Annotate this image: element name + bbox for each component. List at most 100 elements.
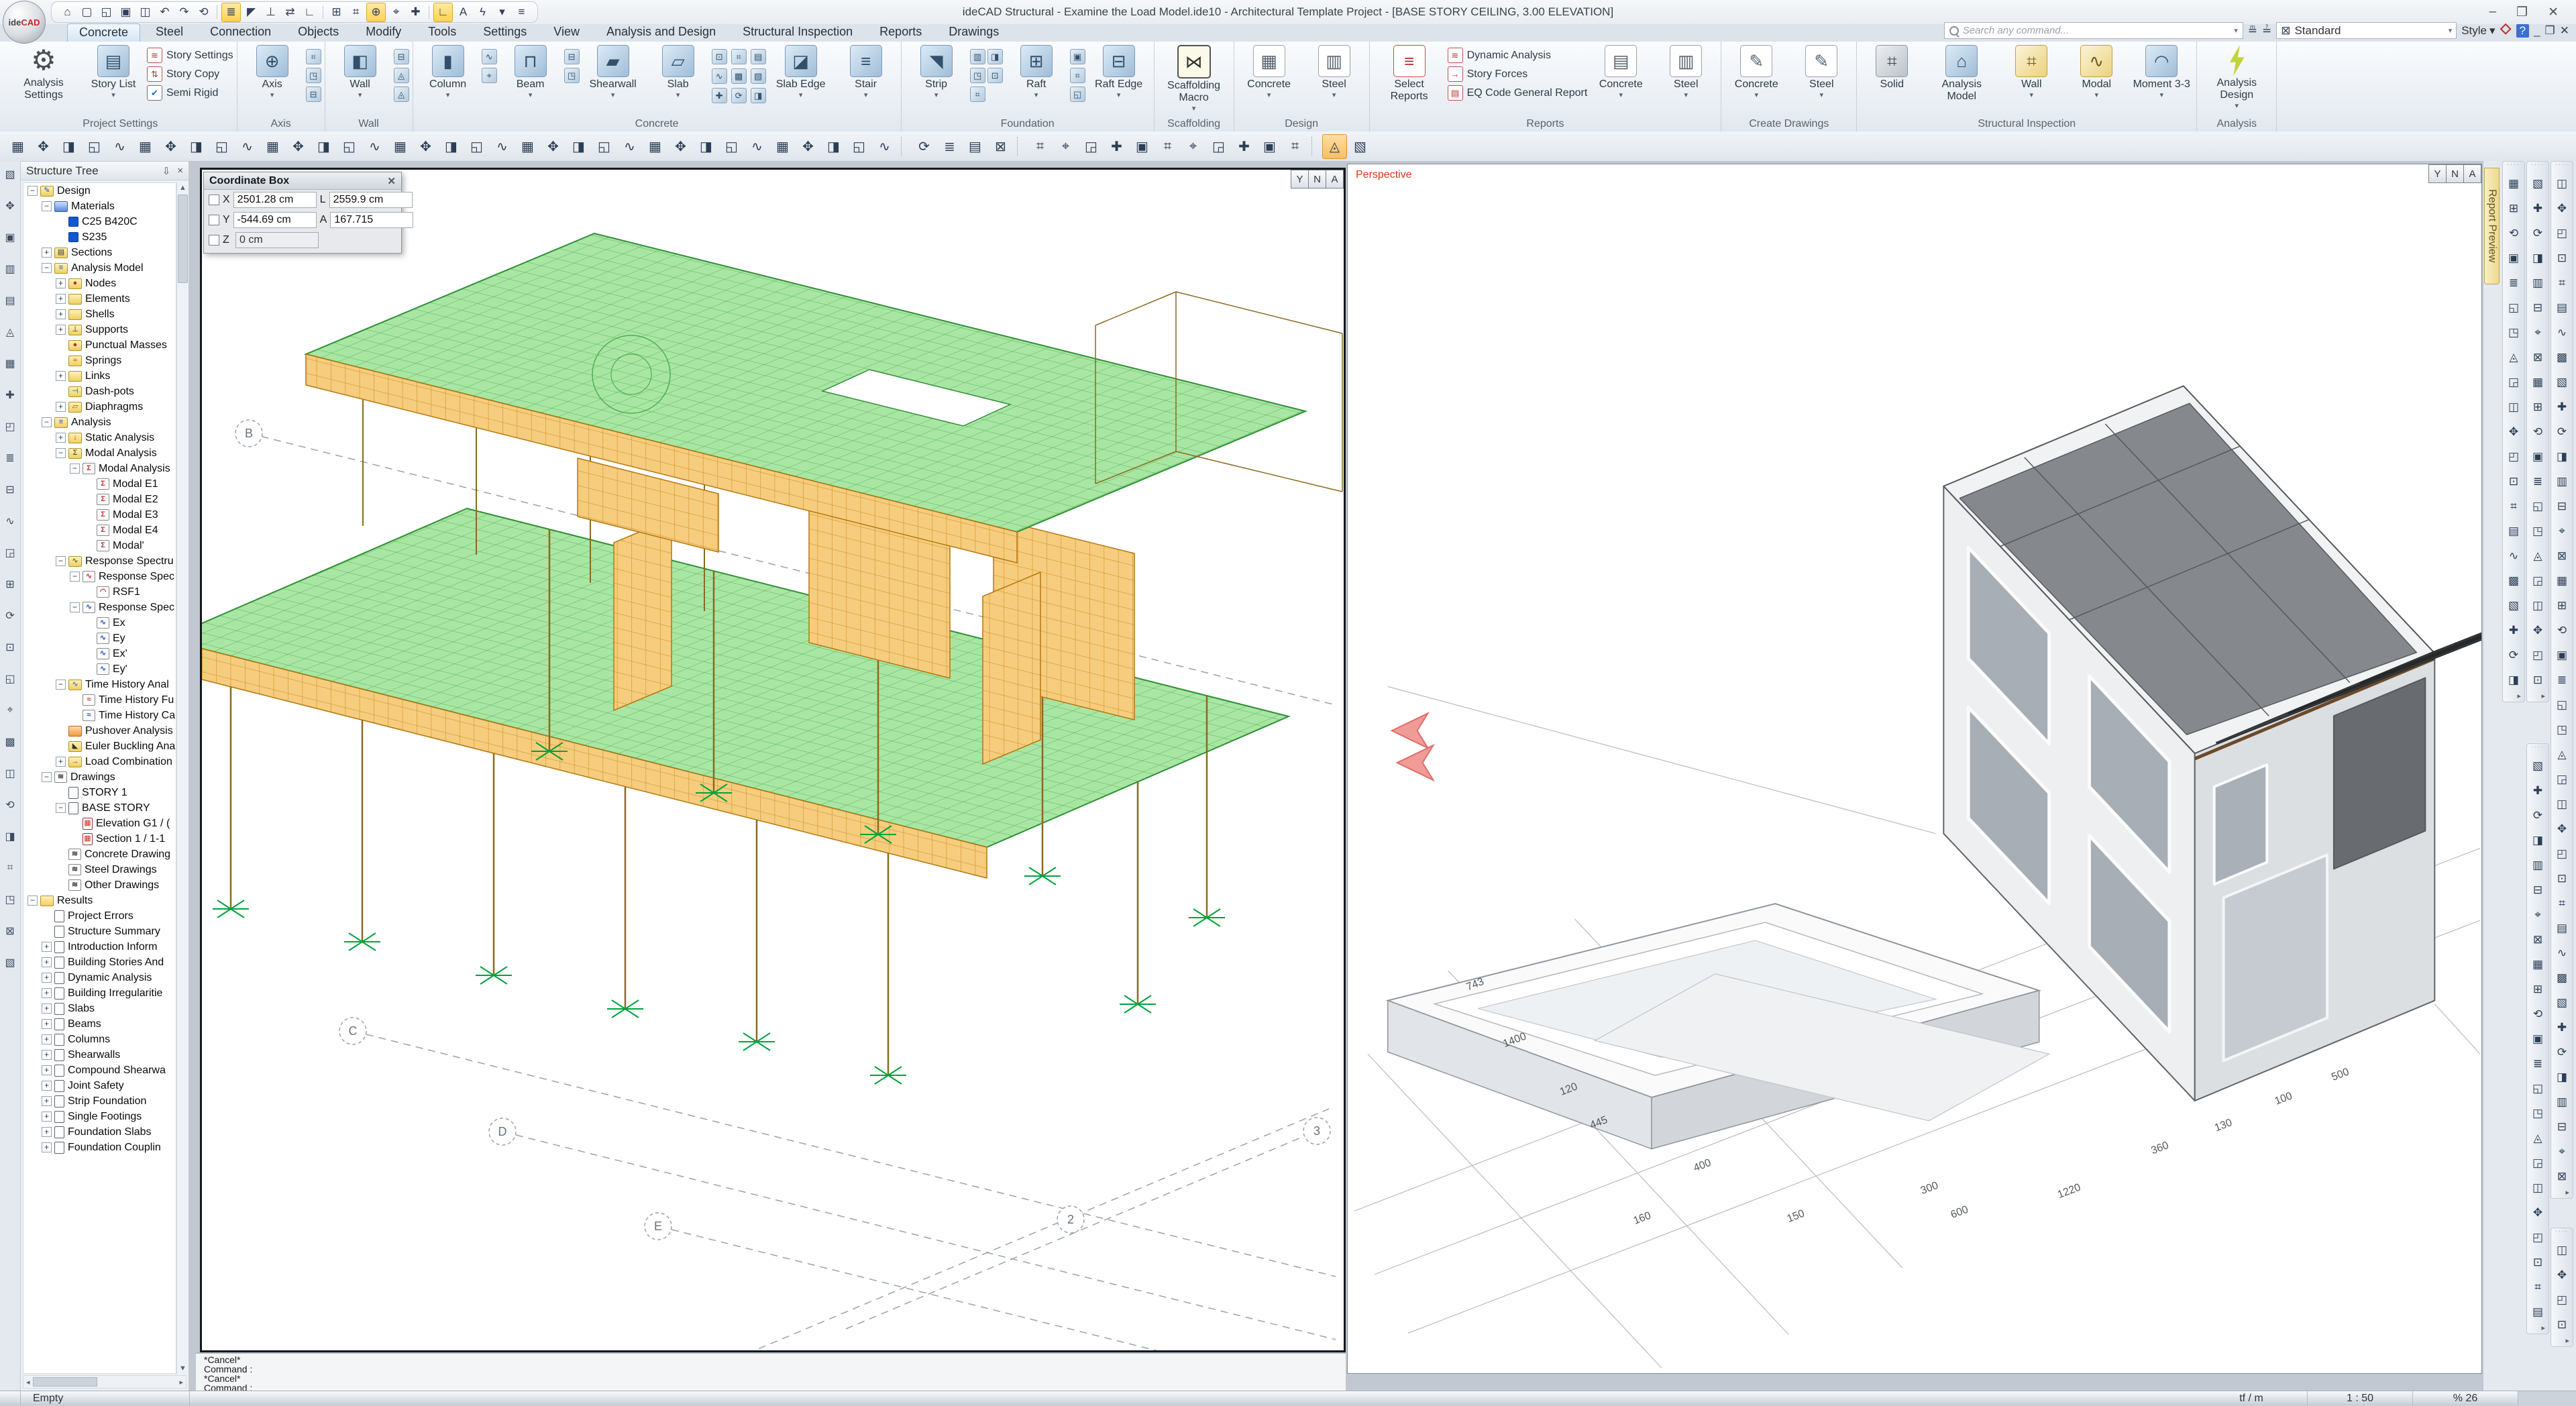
wall-polyline-icon[interactable]: ◬ [394, 68, 409, 83]
toolbar-grip-icon[interactable]: ···· [2555, 162, 2569, 168]
panel-tool-icon[interactable]: ▣ [2504, 249, 2523, 268]
tree-item-section-1-1-1[interactable]: ▦Section 1 / 1-1 [23, 831, 176, 847]
raft-edge-button[interactable]: ⊟Raft Edge▾ [1087, 43, 1150, 116]
eq-code-general-report-button[interactable]: ▤EQ Code General Report [1448, 85, 1588, 101]
pendulum-icon[interactable]: ✚ [1104, 134, 1129, 159]
side-tool-icon[interactable]: ⊡ [3, 639, 18, 655]
tree-expander-icon[interactable]: + [56, 402, 66, 412]
tree-expander-icon[interactable]: + [56, 371, 66, 381]
beam-curve-icon[interactable]: ◳ [564, 68, 580, 83]
view-compass-icon[interactable]: ⊠ [988, 134, 1013, 159]
paint-icon[interactable]: ✥ [413, 134, 438, 159]
coordinate-box[interactable]: Coordinate Box ✕ X 2501.28 cm L 2559.9 c… [203, 172, 402, 254]
midpoint-snap-icon[interactable]: ✚ [407, 3, 425, 21]
panel-tool-icon[interactable]: ✥ [2504, 423, 2523, 441]
tree-expander-icon[interactable]: − [56, 448, 66, 458]
panel-tool-icon[interactable]: ▦ [2528, 955, 2547, 974]
analysis-model-button[interactable]: ⌂Analysis Model [1925, 43, 1998, 116]
tree-item-analysis[interactable]: −≡Analysis [23, 415, 176, 430]
side-tool-icon[interactable]: ⌖ [3, 702, 18, 718]
tree-item-structure-summary[interactable]: Structure Summary [23, 924, 176, 939]
close-button[interactable]: ✕ [2548, 5, 2559, 20]
side-tool-icon[interactable]: ⟲ [3, 797, 18, 812]
corner-view-icon[interactable]: ▣ [1130, 134, 1155, 159]
analysis-model-viewport[interactable]: YNA [200, 168, 1346, 1352]
panel-tool-icon[interactable]: ⊟ [2528, 299, 2547, 317]
panel-tool-icon[interactable]: ◱ [2528, 1079, 2547, 1098]
concrete-button[interactable]: ▦Concrete▾ [1238, 43, 1301, 116]
moment-3-3-button[interactable]: ◠Moment 3-3▾ [2130, 43, 2193, 116]
panel-tool-icon[interactable]: ▣ [2528, 447, 2547, 466]
close-icon[interactable]: ✕ [387, 175, 396, 187]
panel-tool-icon[interactable]: ◬ [2528, 547, 2547, 565]
slab-tool-3[interactable]: ▤ [751, 49, 766, 64]
zoom-dynamic-icon[interactable]: ✥ [31, 134, 56, 159]
column-button[interactable]: ▮Column▾ [417, 43, 480, 116]
tree-item-rsf1[interactable]: ◠RSF1 [23, 584, 176, 600]
analysis-model-canvas[interactable]: BCDE23 [202, 170, 1344, 1350]
command-search-input[interactable]: Search any command... ▾ [1944, 22, 2243, 39]
tree-item-static-analysis[interactable]: +↓Static Analysis [23, 430, 176, 445]
panel-tool-icon[interactable]: ◨ [2553, 1068, 2571, 1087]
tree-item-pushover-analysis[interactable]: Pushover Analysis [23, 723, 176, 739]
panel-tool-icon[interactable]: ⟲ [2528, 1005, 2547, 1024]
polygon-select-icon[interactable]: ✥ [158, 134, 183, 159]
slab-edge-button[interactable]: ◪Slab Edge▾ [769, 43, 833, 116]
panel-tool-icon[interactable]: ⊞ [2528, 980, 2547, 999]
doc-close-icon[interactable]: ✕ [2560, 24, 2569, 38]
pile-cap-icon[interactable]: ▥ [970, 49, 985, 64]
panel-tool-icon[interactable]: ◳ [2528, 522, 2547, 541]
panel-tool-icon[interactable]: ✥ [2528, 621, 2547, 640]
concrete-button[interactable]: ▤Concrete▾ [1589, 43, 1652, 116]
table-active-icon[interactable]: ◬ [1322, 134, 1347, 159]
tree-item-slabs[interactable]: +Slabs [23, 1001, 176, 1016]
spread-icon[interactable]: ⌗ [1070, 68, 1085, 83]
spline-icon[interactable]: ▦ [770, 134, 795, 159]
tree-item-other-drawings[interactable]: ≋Other Drawings [23, 877, 176, 893]
tree-expander-icon[interactable]: + [42, 1081, 52, 1091]
panel-tool-icon[interactable]: ✚ [2528, 781, 2547, 800]
panel-tool-icon[interactable]: ▤ [2528, 1303, 2547, 1321]
panel-tool-icon[interactable]: ◰ [2553, 1291, 2571, 1309]
compass-icon[interactable]: ▦ [133, 134, 158, 159]
panel-tool-icon[interactable]: ▦ [2504, 174, 2523, 193]
panel-tool-icon[interactable]: ⊠ [2553, 547, 2571, 565]
stair-button[interactable]: ≡Stair▾ [835, 43, 898, 116]
tree-item-joint-safety[interactable]: +Joint Safety [23, 1078, 176, 1093]
y-coordinate-field[interactable]: -544.69 cm [233, 212, 317, 228]
modal-button[interactable]: ∿Modal▾ [2065, 43, 2128, 116]
panel-tool-icon[interactable]: ⊡ [2528, 1253, 2547, 1272]
tree-vertical-scrollbar[interactable]: ▲ ▼ [176, 182, 189, 1374]
tree-item-ey-[interactable]: ∿Ey' [23, 661, 176, 677]
plan-icon[interactable]: ◱ [1070, 87, 1085, 102]
panel-tool-icon[interactable]: ◳ [2553, 720, 2571, 739]
tree-expander-icon[interactable]: − [28, 896, 38, 906]
tree-expander-icon[interactable]: + [56, 325, 66, 335]
dynamite-icon[interactable]: ∿ [617, 134, 642, 159]
panel-tool-icon[interactable]: ⟳ [2504, 646, 2523, 665]
tree-expander-icon[interactable]: + [56, 433, 66, 443]
tab-modify[interactable]: Modify [354, 23, 413, 42]
tag-icon[interactable]: ∿ [107, 134, 132, 159]
beam-button[interactable]: ⊓Beam▾ [499, 43, 562, 116]
beam-corner-icon[interactable]: ⊟ [564, 49, 580, 64]
scroll-right-icon[interactable]: ▸ [179, 1376, 183, 1387]
z-coordinate-field[interactable]: 0 cm [235, 232, 319, 248]
tree-expander-icon[interactable]: − [42, 772, 52, 782]
layer-manager-icon[interactable]: ≣ [221, 3, 241, 22]
panel-tool-icon[interactable]: ⌗ [2553, 274, 2571, 292]
tree-expander-icon[interactable]: + [42, 1142, 52, 1152]
panel-tool-icon[interactable]: ≣ [2504, 274, 2523, 292]
tree-item-response-spectru[interactable]: −∿Response Spectru [23, 553, 176, 569]
panel-tool-icon[interactable]: ✥ [2553, 199, 2571, 218]
side-tool-icon[interactable]: ▦ [3, 356, 18, 371]
tree-expander-icon[interactable]: + [42, 1004, 52, 1014]
tree-item-response-spec[interactable]: −∿Response Spec [23, 569, 176, 584]
layer-select[interactable]: ⊠ Standard ▾ [2276, 22, 2457, 39]
tree-item-modal-e3[interactable]: ΣModal E3 [23, 507, 176, 523]
tree-item-modal-analysis[interactable]: −ΣModal Analysis [23, 461, 176, 476]
panel-tool-icon[interactable]: ▦ [2553, 572, 2571, 590]
panel-tool-icon[interactable]: ▤ [2504, 522, 2523, 541]
panel-tool-icon[interactable]: ◨ [2553, 447, 2571, 466]
slab-tool-7[interactable]: ✚ [712, 88, 727, 103]
